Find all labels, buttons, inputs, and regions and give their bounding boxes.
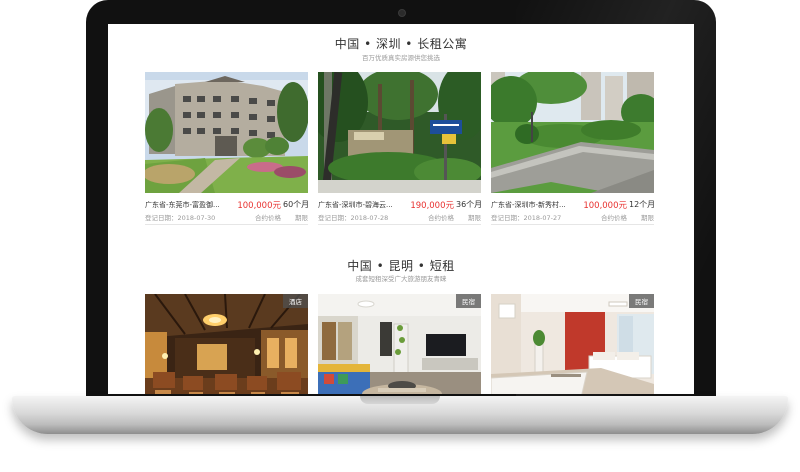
laptop-base — [12, 396, 788, 434]
listing-term: 12个月 — [629, 200, 656, 209]
section-subtitle: 百万优质真实房源供您挑选 — [362, 54, 440, 62]
section-title: 中国 • 昆明 • 短租 — [347, 259, 455, 273]
listing-price: 190,000元 — [410, 201, 454, 211]
term-label: 期限 — [295, 214, 308, 222]
listing-tag: 民宿 — [629, 294, 654, 308]
listing-photo[interactable]: 民宿 — [318, 294, 481, 394]
listing-photo[interactable] — [145, 72, 308, 193]
listing-photo[interactable]: 酒店 — [145, 294, 308, 394]
listing-address: 广东省-东莞市-富盈御... — [145, 201, 220, 209]
card-divider — [145, 224, 308, 225]
listing-tag: 酒店 — [283, 294, 308, 308]
card-divider — [491, 224, 654, 225]
listing-price: 100,000元 — [237, 201, 281, 211]
camera-icon — [398, 9, 406, 17]
listing-address: 广东省-深圳市-新秀村... — [491, 201, 566, 209]
price-label: 合约价格 — [601, 214, 627, 222]
listing-address: 广东省-深圳市-碧海云... — [318, 201, 393, 209]
listing-photo[interactable]: 民宿 — [491, 294, 654, 394]
listing-date: 登记日期：2018-07-28 — [318, 214, 389, 222]
laptop-screen: 中国 • 深圳 • 长租公寓 百万优质真实房源供您挑选 广东省-东莞市-富盈御.… — [108, 24, 694, 394]
listing-date: 登记日期：2018-07-27 — [491, 214, 562, 222]
listing-price: 100,000元 — [583, 201, 627, 211]
listing-term: 36个月 — [456, 200, 483, 209]
card-divider — [318, 224, 481, 225]
listing-photo[interactable] — [491, 72, 654, 193]
listing-tag: 民宿 — [456, 294, 481, 308]
section-subtitle: 成套短租深受广大旅游朋友青睐 — [355, 275, 447, 283]
laptop-notch — [360, 396, 440, 404]
listing-term: 60个月 — [283, 200, 310, 209]
listing-photo[interactable] — [318, 72, 481, 193]
term-label: 期限 — [641, 214, 654, 222]
price-label: 合约价格 — [255, 214, 281, 222]
term-label: 期限 — [468, 214, 481, 222]
listing-date: 登记日期：2018-07-30 — [145, 214, 216, 222]
section-title: 中国 • 深圳 • 长租公寓 — [334, 37, 468, 51]
price-label: 合约价格 — [428, 214, 454, 222]
